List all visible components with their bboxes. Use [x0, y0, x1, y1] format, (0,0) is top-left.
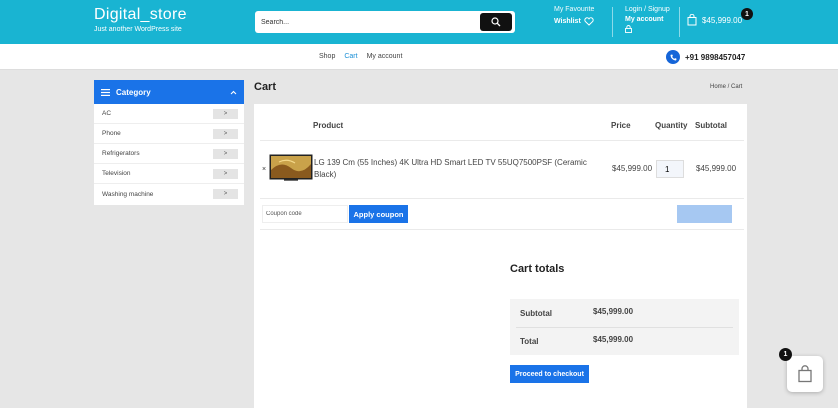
page-title: Cart: [254, 81, 277, 93]
header-divider: [612, 7, 613, 37]
chevron-up-icon: [230, 88, 237, 97]
item-subtotal: $45,999.00: [696, 164, 737, 173]
category-item-label: AC: [102, 110, 112, 117]
product-thumbnail[interactable]: [269, 154, 313, 182]
nav-link-shop[interactable]: Shop: [319, 53, 335, 60]
apply-coupon-button[interactable]: Apply coupon: [349, 205, 408, 223]
floating-cart-button[interactable]: [787, 356, 823, 392]
nav-link-my-account[interactable]: My account: [367, 53, 403, 60]
menu-icon: [101, 88, 110, 96]
site-title[interactable]: Digital_store: [94, 6, 187, 24]
category-heading: Category: [116, 87, 151, 97]
chevron-right-icon[interactable]: >: [213, 168, 238, 179]
category-header[interactable]: Category: [94, 80, 244, 104]
category-sidebar: Category AC > Phone > Refrigerators > Te…: [94, 80, 244, 205]
site-branding: Digital_store Just another WordPress sit…: [94, 6, 187, 33]
breadcrumb[interactable]: Home / Cart: [710, 84, 742, 90]
total-value: $45,999.00: [593, 335, 634, 344]
column-header-product: Product: [313, 121, 344, 130]
header-cart-count-badge: 1: [741, 8, 753, 20]
header-divider: [679, 7, 680, 37]
lock-icon: [625, 25, 632, 33]
remove-item-button[interactable]: ×: [262, 166, 266, 173]
shopping-bag-icon: [798, 365, 812, 383]
category-item-phone[interactable]: Phone >: [94, 124, 244, 144]
phone-number: +91 9898457047: [685, 52, 746, 62]
column-header-quantity: Quantity: [655, 121, 688, 130]
subtotal-value: $45,999.00: [593, 307, 634, 316]
phone-icon: [666, 50, 680, 64]
site-tagline: Just another WordPress site: [94, 26, 182, 33]
total-label: Total: [520, 337, 539, 346]
cart-totals-heading: Cart totals: [510, 263, 565, 275]
header-cart-total: $45,999.00: [702, 15, 743, 25]
update-cart-button[interactable]: [677, 205, 732, 223]
column-header-price: Price: [611, 121, 631, 130]
account-block[interactable]: Login / Signup My account: [625, 6, 670, 35]
column-header-subtotal: Subtotal: [695, 121, 727, 130]
shopping-bag-icon: [687, 14, 697, 26]
category-item-label: Refrigerators: [102, 150, 140, 157]
table-divider: [260, 229, 744, 230]
category-item-label: Phone: [102, 130, 121, 137]
header-cart[interactable]: $45,999.00: [687, 14, 742, 26]
search-button[interactable]: [480, 13, 512, 31]
cart-totals-table: Subtotal $45,999.00 Total $45,999.00: [510, 299, 739, 355]
favourite-label: My Favourite: [554, 6, 595, 13]
favourites-block[interactable]: My Favourite Wishlist: [554, 6, 594, 26]
chevron-right-icon[interactable]: >: [213, 128, 238, 139]
wishlist-label: Wishlist: [554, 18, 581, 25]
search-icon: [491, 17, 501, 27]
cart-panel: Product Price Quantity Subtotal × LG 139…: [254, 104, 747, 408]
chevron-right-icon[interactable]: >: [213, 148, 238, 159]
login-label: Login / Signup: [625, 6, 670, 13]
quantity-input[interactable]: [656, 160, 684, 178]
subtotal-label: Subtotal: [520, 309, 552, 318]
site-header: Digital_store Just another WordPress sit…: [0, 0, 838, 44]
category-item-television[interactable]: Television >: [94, 164, 244, 184]
main-navigation: Shop Cart My account +91 9898457047: [0, 44, 838, 70]
account-label: My account: [625, 16, 664, 23]
nav-links: Shop Cart My account: [319, 53, 402, 60]
chevron-right-icon[interactable]: >: [213, 108, 238, 119]
table-divider: [260, 140, 744, 141]
category-item-refrigerators[interactable]: Refrigerators >: [94, 144, 244, 164]
category-item-label: Washing machine: [102, 190, 154, 198]
totals-divider: [516, 327, 733, 328]
category-item-label: Television: [102, 170, 131, 177]
chevron-right-icon[interactable]: >: [213, 189, 238, 199]
product-name-link[interactable]: LG 139 Cm (55 Inches) 4K Ultra HD Smart …: [314, 157, 604, 181]
phone-contact[interactable]: +91 9898457047: [666, 50, 745, 64]
item-price: $45,999.00: [612, 164, 653, 173]
heart-icon: [584, 17, 594, 26]
coupon-code-input[interactable]: [262, 205, 348, 223]
table-divider: [260, 198, 744, 199]
category-item-washing-machine[interactable]: Washing machine >: [94, 184, 244, 204]
search-input[interactable]: [261, 14, 471, 30]
floating-cart-count-badge: 1: [779, 348, 792, 361]
category-item-ac[interactable]: AC >: [94, 104, 244, 124]
search-bar: [255, 11, 515, 33]
proceed-to-checkout-button[interactable]: Proceed to checkout: [510, 365, 589, 383]
nav-link-cart[interactable]: Cart: [344, 53, 357, 60]
